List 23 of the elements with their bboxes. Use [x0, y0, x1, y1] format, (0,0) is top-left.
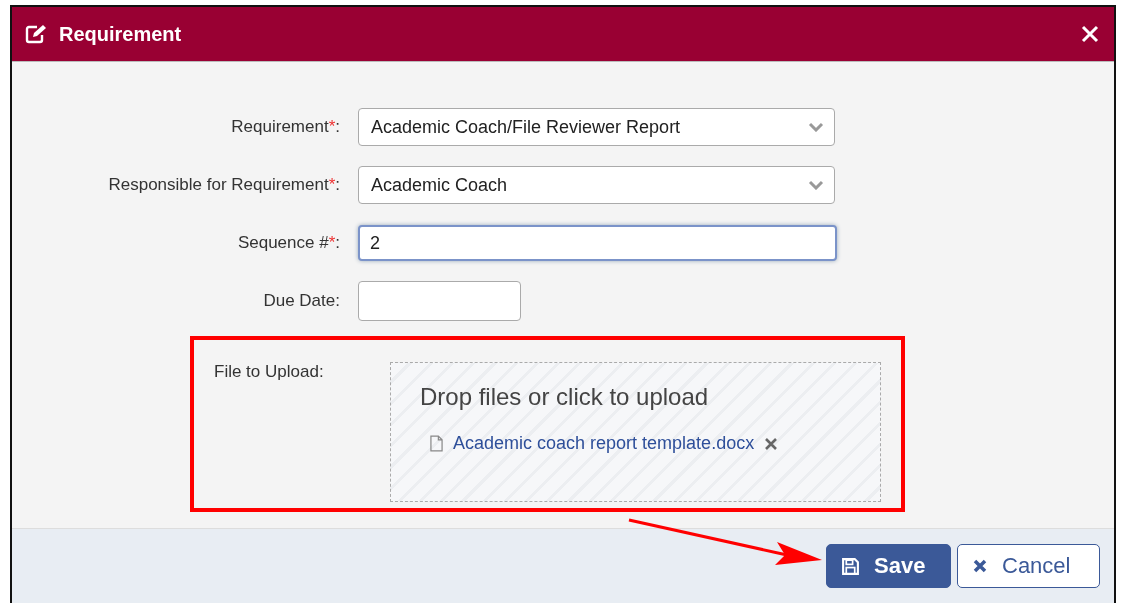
field-label: Requirement*:	[230, 117, 340, 137]
field-label: File to Upload:	[214, 362, 325, 383]
field-label: Sequence #*:	[236, 233, 340, 253]
dropdown-field[interactable]: Academic Coach/File Reviewer Report	[358, 108, 835, 146]
file-link[interactable]: Academic coach report template.docx	[453, 433, 755, 454]
save-button[interactable]: Save	[826, 544, 951, 588]
date-field[interactable]	[358, 281, 521, 321]
dropzone[interactable]: Drop files or click to upload Academic coach report template.docx	[390, 362, 881, 502]
dropdown-field[interactable]: Academic Coach	[358, 166, 835, 204]
input-field[interactable]: 2	[358, 225, 837, 261]
cancel-button[interactable]: Cancel	[957, 544, 1100, 588]
edit-icon	[25, 24, 47, 44]
chevron-icon	[808, 180, 824, 190]
close-icon	[972, 558, 988, 574]
field-label: Responsible for Requirement*:	[107, 175, 340, 195]
dropzone-prompt: Drop files or click to upload	[420, 383, 710, 411]
remove-icon[interactable]	[764, 436, 779, 451]
file-icon	[430, 435, 443, 452]
save-icon	[841, 556, 860, 576]
dialog-title: Requirement	[59, 22, 183, 46]
chevron-icon	[808, 122, 824, 132]
close-icon[interactable]	[1080, 24, 1100, 44]
field-label: Due Date:	[262, 291, 340, 311]
